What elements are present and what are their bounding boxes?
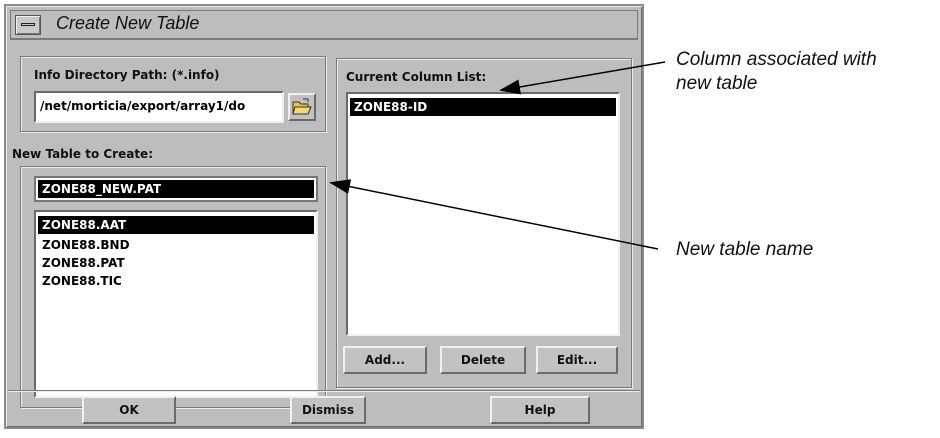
delete-column-button[interactable]: Delete <box>440 346 526 374</box>
window-menu-icon[interactable] <box>15 15 41 35</box>
create-new-table-dialog: Create New Table Info Directory Path: (*… <box>4 4 644 429</box>
edit-column-button[interactable]: Edit... <box>536 346 618 374</box>
column-annotation-line1: Column associated with <box>676 49 877 70</box>
column-list[interactable]: ZONE88-ID <box>346 92 620 336</box>
column-annotation-line2: new table <box>676 73 758 94</box>
new-table-name-text: ZONE88_NEW.PAT <box>42 182 162 196</box>
help-button[interactable]: Help <box>490 396 590 424</box>
column-list-label: Current Column List: <box>346 70 487 84</box>
title-bar: Create New Table <box>10 10 638 40</box>
ok-button[interactable]: OK <box>82 396 176 424</box>
list-item[interactable]: ZONE88-ID <box>350 98 616 116</box>
dismiss-button[interactable]: Dismiss <box>290 396 366 424</box>
info-directory-value: /net/morticia/export/array1/do <box>40 99 246 113</box>
list-item[interactable]: ZONE88.BND <box>38 236 314 254</box>
table-name-annotation: New table name <box>676 239 814 260</box>
footer-divider <box>8 390 640 392</box>
browse-button[interactable] <box>288 93 316 121</box>
list-item[interactable]: ZONE88.PAT <box>38 254 314 272</box>
folder-open-icon <box>292 98 312 115</box>
info-directory-label: Info Directory Path: (*.info) <box>34 68 220 82</box>
table-list[interactable]: ZONE88.AAT ZONE88.BND ZONE88.PAT ZONE88.… <box>34 210 318 398</box>
column-annotation: Column associated with new table <box>676 48 877 96</box>
new-table-name-field[interactable]: ZONE88_NEW.PAT <box>34 176 318 202</box>
info-directory-field[interactable]: /net/morticia/export/array1/do <box>34 91 284 123</box>
dialog-title: Create New Table <box>56 13 200 33</box>
add-column-button[interactable]: Add... <box>343 346 427 374</box>
list-item[interactable]: ZONE88.AAT <box>38 216 314 234</box>
new-table-label: New Table to Create: <box>12 147 153 161</box>
new-table-name-value: ZONE88_NEW.PAT <box>38 180 314 198</box>
list-item[interactable]: ZONE88.TIC <box>38 272 314 290</box>
